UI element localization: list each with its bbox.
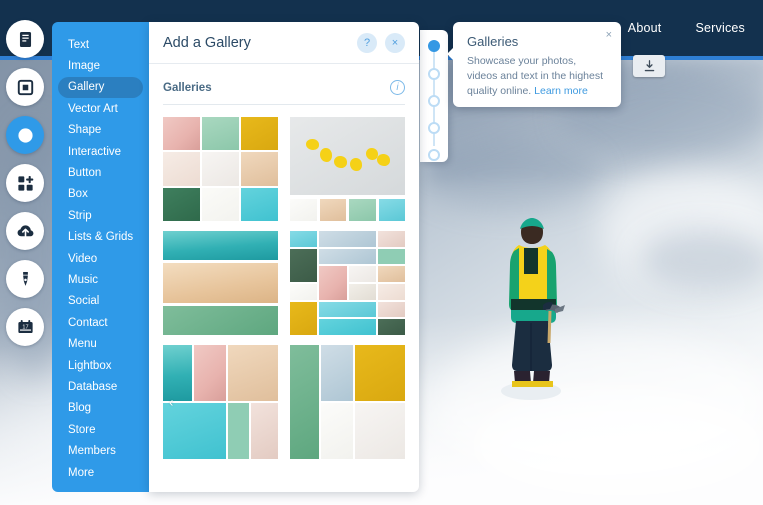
sidebar-item-design[interactable]	[6, 260, 44, 298]
menu-item-lists-grids[interactable]: Lists & Grids	[58, 227, 143, 248]
gallery-list: ‹	[163, 117, 405, 459]
menu-item-box[interactable]: Box	[58, 184, 143, 205]
background-icon	[17, 79, 33, 95]
menu-item-menu[interactable]: Menu	[58, 333, 143, 354]
gallery-item-stacked[interactable]	[163, 231, 278, 335]
menu-item-gallery[interactable]: Gallery	[58, 76, 143, 99]
gallery-item-thumbnails[interactable]	[290, 345, 405, 459]
menu-item-lightbox[interactable]: Lightbox	[58, 355, 143, 376]
menu-item-more[interactable]: More	[58, 462, 143, 483]
slider-dot-3[interactable]	[428, 95, 440, 107]
nav-link-about[interactable]: About	[628, 21, 662, 35]
menu-item-interactive[interactable]: Interactive	[58, 141, 143, 162]
download-button[interactable]	[633, 55, 665, 77]
menu-item-video[interactable]: Video	[58, 248, 143, 269]
galleries-tooltip: × Galleries Showcase your photos, videos…	[447, 22, 621, 107]
slider-dot-1[interactable]	[428, 40, 440, 52]
add-gallery-panel: Add a Gallery ? × Galleries i ‹	[149, 22, 419, 492]
svg-text:17: 17	[22, 324, 28, 330]
menu-item-shape[interactable]: Shape	[58, 120, 143, 141]
menu-item-store[interactable]: Store	[58, 419, 143, 440]
design-icon	[22, 271, 28, 286]
menu-item-contact[interactable]: Contact	[58, 312, 143, 333]
menu-item-strip[interactable]: Strip	[58, 205, 143, 226]
download-icon	[644, 59, 654, 71]
sidebar-item-apps[interactable]	[6, 164, 44, 202]
sidebar-item-add[interactable]	[6, 116, 44, 154]
nav-link-services[interactable]: Services	[695, 21, 745, 35]
bookings-icon: 17	[17, 319, 33, 333]
info-icon[interactable]: i	[390, 80, 405, 95]
apps-icon	[17, 175, 33, 191]
tooltip-title: Galleries	[467, 34, 519, 49]
slider-dot-2[interactable]	[428, 68, 440, 80]
menu-item-text[interactable]: Text	[58, 34, 143, 55]
panel-header: Add a Gallery ? ×	[149, 22, 419, 64]
menu-item-social[interactable]: Social	[58, 291, 143, 312]
gallery-item-collage[interactable]	[290, 231, 405, 335]
prev-arrow-icon[interactable]: ‹	[169, 395, 173, 410]
sidebar-item-bookings[interactable]: 17	[6, 308, 44, 346]
sidebar-item-background[interactable]	[6, 68, 44, 106]
menu-item-database[interactable]: Database	[58, 376, 143, 397]
scroll-position-slider[interactable]	[420, 30, 448, 162]
galleries-section-header: Galleries i	[163, 80, 405, 105]
add-category-menu: Text Image Gallery Vector Art Shape Inte…	[52, 22, 149, 492]
pages-icon	[19, 31, 31, 47]
gallery-item-grid[interactable]	[163, 117, 278, 221]
menu-item-image[interactable]: Image	[58, 55, 143, 76]
learn-more-link[interactable]: Learn more	[534, 85, 588, 97]
close-button[interactable]: ×	[385, 32, 405, 53]
help-button[interactable]: ?	[357, 32, 377, 53]
slider-dot-4[interactable]	[428, 122, 440, 134]
sidebar-item-uploads[interactable]	[6, 212, 44, 250]
page-title: Add a Gallery	[163, 34, 251, 51]
tooltip-close-icon[interactable]: ×	[606, 29, 612, 41]
add-icon	[17, 127, 33, 143]
gallery-item-slider[interactable]	[290, 117, 405, 221]
sidebar-item-pages[interactable]	[6, 20, 44, 58]
editor-screen: About Services 17 Text Image Gallery Vec…	[0, 0, 763, 505]
gallery-item-masonry[interactable]: ‹	[163, 345, 278, 459]
slider-dot-5[interactable]	[428, 149, 440, 161]
tooltip-body: Showcase your photos, videos and text in…	[467, 54, 607, 100]
climber-photo-subject	[501, 218, 565, 400]
section-title: Galleries	[163, 81, 212, 94]
menu-item-blog[interactable]: Blog	[58, 398, 143, 419]
menu-item-music[interactable]: Music	[58, 269, 143, 290]
editor-toolbar-rail: 17	[6, 20, 44, 346]
menu-item-members[interactable]: Members	[58, 440, 143, 461]
menu-item-button[interactable]: Button	[58, 162, 143, 183]
upload-icon	[17, 224, 33, 239]
menu-item-vector-art[interactable]: Vector Art	[58, 98, 143, 119]
